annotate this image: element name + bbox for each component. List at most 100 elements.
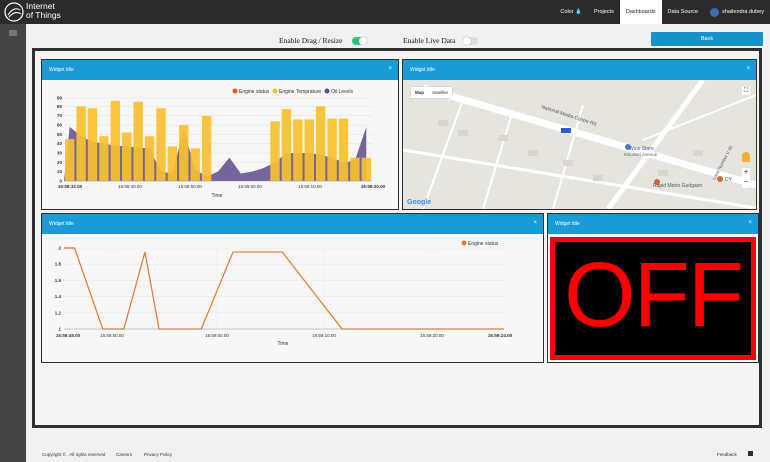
fullscreen-icon[interactable]: ⛶ [742, 87, 750, 95]
nav-data-source[interactable]: Data Source [662, 0, 705, 24]
bar-engine-temprature [304, 119, 314, 181]
y-tick-label: 1.8 [55, 262, 62, 267]
y-tick-label: 1.6 [55, 278, 62, 283]
widget-title: Widget title [49, 67, 74, 73]
logo-icon [4, 2, 24, 22]
bar-engine-temprature [156, 108, 166, 181]
x-axis-title: Time [278, 341, 289, 347]
legend-marker [232, 88, 238, 94]
map-view[interactable]: National Media Centre Rd Wine Store Moul… [403, 80, 756, 209]
place-marker [717, 176, 723, 182]
map-type-control: Map Satellite [411, 87, 453, 98]
close-icon[interactable]: × [388, 66, 392, 72]
bar-chart: Engine status Engine Temprature Oil Levels… [57, 88, 386, 199]
bar-engine-temprature [122, 132, 132, 181]
x-tick-label: 16:58:45.00 [56, 333, 81, 338]
widget-status[interactable]: Widget title × OFF [547, 213, 759, 363]
pegman-icon[interactable] [742, 152, 750, 162]
zoom-in-button[interactable]: + [742, 168, 750, 178]
x-tick-label: 16:59:00.00 [238, 184, 262, 189]
close-icon[interactable]: × [533, 220, 537, 226]
x-tick-label: 16:59:10.00 [298, 184, 322, 189]
y-tick-label: 80 [57, 104, 63, 109]
widget-title: Widget title [49, 221, 74, 227]
y-tick-label: 70 [57, 113, 63, 118]
widget-bar-chart[interactable]: Widget title × Engine status Engine Tempra… [41, 59, 399, 210]
bar-engine-temprature [76, 106, 86, 181]
bar-engine-temprature [167, 146, 178, 181]
satellite-button[interactable]: Satellite [428, 87, 452, 98]
y-tick-label: 1 [58, 327, 61, 332]
user-menu[interactable]: shailendra dubey [704, 0, 770, 24]
avatar [710, 7, 720, 17]
bar-engine-temprature [270, 121, 280, 181]
close-icon[interactable]: × [746, 66, 750, 72]
legend-label: Engine status [468, 241, 499, 247]
legend-label: Engine Temprature [279, 89, 321, 95]
footer: Copyright © . All rights reserved Career… [32, 448, 770, 462]
legend-marker [324, 88, 330, 94]
nav-color[interactable]: Color 💧 [554, 0, 588, 24]
y-tick-label: 2 [58, 246, 61, 251]
bar-engine-temprature [65, 139, 75, 181]
legend-marker [272, 88, 278, 94]
bar-engine-temprature [361, 157, 371, 181]
y-tick-label: 1.2 [55, 310, 62, 315]
legend-marker [461, 240, 467, 246]
copyright-text: Copyright © . All rights reserved [42, 452, 106, 457]
line-chart: Engine status 1 1.2 1.4 1.6 1.8 2 16:58:45.00 16… [55, 240, 513, 347]
car-icon [561, 128, 571, 133]
x-tick-label: 16:59:20.00 [420, 333, 444, 338]
series-line-engine-status [64, 247, 504, 330]
x-tick-label: 16:59:24.00 [488, 333, 513, 338]
bar-engine-temprature [350, 157, 360, 181]
feedback-link[interactable]: Feedback [717, 452, 737, 457]
close-icon[interactable]: × [748, 220, 752, 226]
bar-engine-temprature [144, 136, 155, 181]
svg-text:DY: DY [725, 177, 733, 183]
x-tick-label: 16:58:40.00 [118, 184, 142, 189]
bar-engine-temprature [281, 109, 292, 181]
zoom-control: + − [742, 168, 750, 188]
logo-text: Internet of Things [26, 1, 61, 20]
x-tick-label: 16:59:00.00 [205, 333, 229, 338]
dashboard-frame: Widget title × Engine status Engine Tempra… [32, 48, 762, 428]
x-tick-label: 16:58:50.00 [100, 333, 124, 338]
map-roads: National Media Centre Rd Wine Store Moul… [403, 80, 756, 209]
back-button[interactable]: Back [651, 32, 763, 46]
legend-label: Oil Levels [331, 89, 353, 95]
map-button[interactable]: Map [411, 87, 428, 98]
bar-engine-temprature [133, 101, 143, 181]
svg-text:Moulsari Avenue: Moulsari Avenue [624, 152, 658, 157]
status-indicator: OFF [550, 237, 756, 360]
live-data-label: Enable Live Data [403, 36, 456, 45]
bar-engine-temprature [201, 115, 212, 181]
svg-text:Google: Google [407, 199, 431, 206]
widget-line-chart[interactable]: Widget title × Engine status 1 1.2 1.4 1.6 1.8… [41, 213, 544, 363]
bar-engine-temprature [87, 108, 98, 181]
y-tick-label: 20 [57, 160, 63, 165]
y-tick-label: 50 [57, 132, 63, 137]
widget-map[interactable]: Widget title × National Media Centre Rd … [402, 59, 757, 210]
y-tick-label: 60 [57, 123, 63, 128]
nav-dashboards[interactable]: Dashboards [619, 0, 662, 24]
widget-title: Widget title [410, 67, 435, 73]
bar-engine-temprature [190, 148, 200, 181]
y-tick-label: 0 [59, 179, 62, 184]
feedback-icon[interactable] [748, 451, 753, 456]
bar-engine-temprature [179, 125, 189, 181]
x-tick-label: 16:59:20.00 [361, 184, 386, 189]
svg-text:Rapid Metro Gudgaon: Rapid Metro Gudgaon [653, 183, 702, 189]
privacy-link[interactable]: Privacy Policy [144, 452, 172, 457]
x-tick-label: 16:58:50.00 [178, 184, 202, 189]
bar-engine-temprature [338, 118, 349, 181]
nav-projects[interactable]: Projects [588, 0, 620, 24]
careers-link[interactable]: Careers [116, 452, 132, 457]
x-tick-label: 16:58:32.00 [58, 184, 83, 189]
zoom-out-button[interactable]: − [742, 178, 750, 188]
drag-resize-toggle[interactable] [352, 37, 367, 45]
y-tick-label: 40 [57, 141, 63, 146]
live-data-toggle[interactable] [463, 37, 478, 45]
y-tick-label: 1.4 [55, 294, 62, 299]
widget-title: Widget title [555, 221, 580, 227]
